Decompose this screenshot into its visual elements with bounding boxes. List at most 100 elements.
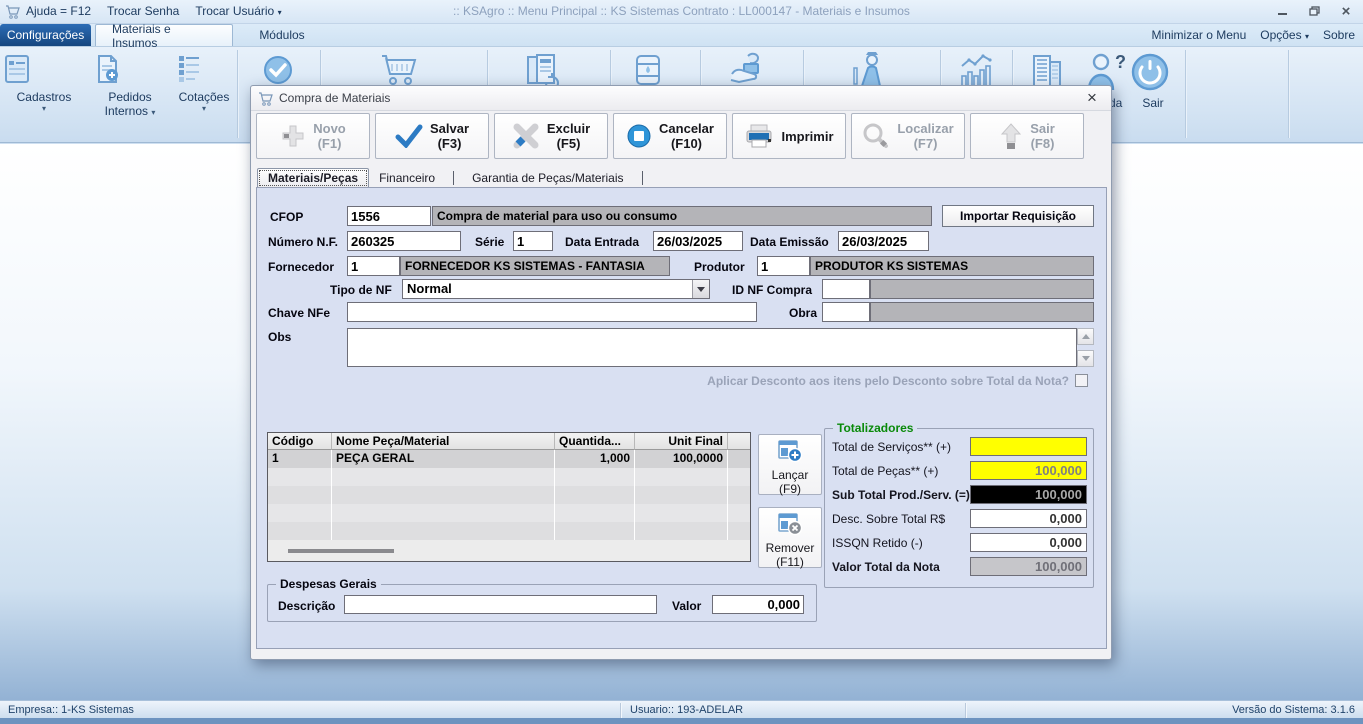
serie-input[interactable] bbox=[513, 231, 553, 251]
issqn-value[interactable]: 0,000 bbox=[970, 533, 1087, 552]
power-icon bbox=[1130, 52, 1176, 92]
x-diamond-icon bbox=[512, 123, 540, 149]
chart-icon bbox=[954, 52, 1002, 88]
app-cart-icon bbox=[5, 4, 21, 20]
aplicar-desconto-checkbox[interactable] bbox=[1075, 374, 1088, 387]
scroll-down-button[interactable] bbox=[1077, 350, 1094, 367]
tab-financeiro[interactable]: Financeiro bbox=[369, 169, 445, 188]
form-icon bbox=[0, 52, 88, 86]
ribbon-separator bbox=[1288, 50, 1289, 138]
status-usuario: Usuario:: 193-ADELAR bbox=[630, 704, 743, 716]
total-pecas-label: Total de Peças** (+) bbox=[832, 464, 938, 478]
materiais-pecas-page: CFOP Compra de material para uso ou cons… bbox=[256, 187, 1107, 649]
desconto-value[interactable]: 0,000 bbox=[970, 509, 1087, 528]
valor-input[interactable] bbox=[712, 595, 804, 614]
desconto-label: Desc. Sobre Total R$ bbox=[832, 512, 945, 526]
chave-nfe-input[interactable] bbox=[347, 302, 757, 322]
barrel-icon bbox=[630, 52, 672, 88]
dialog-titlebar[interactable]: Compra de Materiais × bbox=[251, 86, 1111, 111]
imprimir-button[interactable]: Imprimir bbox=[732, 113, 846, 159]
minimizar-menu-link[interactable]: Minimizar o Menu bbox=[1152, 28, 1247, 42]
importar-requisicao-button[interactable]: Importar Requisição bbox=[942, 205, 1094, 227]
id-nf-input[interactable] bbox=[822, 279, 870, 299]
valor-total-value: 100,000 bbox=[970, 557, 1087, 576]
document-plus-icon bbox=[90, 52, 170, 86]
status-empresa: Empresa:: 1-KS Sistemas bbox=[8, 704, 134, 716]
data-entrada-input[interactable] bbox=[653, 231, 743, 251]
close-button[interactable]: × bbox=[1335, 3, 1357, 19]
restore-button[interactable] bbox=[1303, 3, 1325, 19]
produtor-code-input[interactable] bbox=[757, 256, 810, 276]
ribbon-item-sair[interactable]: Sair bbox=[1130, 52, 1176, 110]
minimize-button[interactable] bbox=[1271, 3, 1293, 19]
tab-separator bbox=[642, 171, 643, 185]
ribbon-item-pedidos-internos[interactable]: Pedidos Internos ▾ bbox=[90, 52, 170, 118]
menu-trocar-usuario[interactable]: Trocar Usuário ▾ bbox=[195, 4, 281, 18]
report-refresh-icon bbox=[522, 52, 568, 88]
tab-modulos[interactable]: Módulos bbox=[237, 24, 327, 46]
chevron-down-icon: ▾ bbox=[1305, 32, 1309, 41]
obra-input[interactable] bbox=[822, 302, 870, 322]
table-header-row: Código Nome Peça/Material Quantida... Un… bbox=[268, 433, 750, 450]
total-servicos-label: Total de Serviços** (+) bbox=[832, 440, 951, 454]
tab-materiais-insumos[interactable]: Materiais e Insumos bbox=[95, 24, 233, 46]
cancelar-button[interactable]: Cancelar(F10) bbox=[613, 113, 727, 159]
cfop-description: Compra de material para uso ou consumo bbox=[432, 206, 932, 226]
excluir-button[interactable]: Excluir(F5) bbox=[494, 113, 608, 159]
chevron-down-icon bbox=[697, 287, 705, 292]
arrow-up-icon bbox=[999, 122, 1023, 150]
col-nome: Nome Peça/Material bbox=[332, 433, 555, 450]
table-row[interactable]: 1 PEÇA GERAL 1,000 100,0000 bbox=[268, 450, 750, 468]
fornecedor-code-input[interactable] bbox=[347, 256, 400, 276]
sair-dialog-button[interactable]: Sair(F8) bbox=[970, 113, 1084, 159]
dialog-close-icon[interactable]: × bbox=[1081, 87, 1103, 109]
col-unit-final: Unit Final bbox=[635, 433, 728, 450]
chevron-down-icon: ▾ bbox=[172, 104, 236, 114]
opcoes-menu[interactable]: Opções ▾ bbox=[1260, 28, 1309, 42]
chevron-down-icon: ▾ bbox=[278, 8, 282, 17]
col-codigo: Código bbox=[268, 433, 332, 450]
cfop-input[interactable] bbox=[347, 206, 431, 226]
menu-ajuda[interactable]: Ajuda = F12 bbox=[26, 4, 91, 18]
tab-configuracoes[interactable]: Configurações bbox=[0, 24, 91, 46]
descricao-input[interactable] bbox=[344, 595, 657, 614]
chave-nfe-label: Chave NFe bbox=[268, 306, 330, 320]
subtotal-label: Sub Total Prod./Serv. (=) bbox=[832, 488, 970, 502]
ribbon-tabbar: Configurações Materiais e Insumos Módulo… bbox=[0, 24, 1363, 46]
novo-button[interactable]: Novo(F1) bbox=[256, 113, 370, 159]
salvar-button[interactable]: Salvar(F3) bbox=[375, 113, 489, 159]
remover-button[interactable]: Remover(F11) bbox=[758, 507, 822, 568]
printer-icon bbox=[744, 123, 774, 149]
combo-arrow-button[interactable] bbox=[692, 280, 709, 298]
status-separator bbox=[620, 703, 621, 719]
dialog-tabs: Materiais/Peças Financeiro Garantia de P… bbox=[257, 168, 651, 188]
data-emissao-input[interactable] bbox=[838, 231, 929, 251]
localizar-button[interactable]: Localizar(F7) bbox=[851, 113, 965, 159]
lancar-button[interactable]: Lançar(F9) bbox=[758, 434, 822, 495]
horizontal-scrollbar[interactable] bbox=[288, 549, 394, 553]
status-versao: Versão do Sistema: 3.1.6 bbox=[1232, 704, 1355, 716]
subtotal-value: 100,000 bbox=[970, 485, 1087, 504]
tab-materiais-pecas[interactable]: Materiais/Peças bbox=[257, 168, 369, 188]
ribbon-item-cadastros[interactable]: Cadastros ▾ bbox=[0, 52, 88, 114]
sobre-link[interactable]: Sobre bbox=[1323, 28, 1355, 42]
total-pecas-value[interactable]: 100,000 bbox=[970, 461, 1087, 480]
stop-icon bbox=[626, 123, 652, 149]
issqn-label: ISSQN Retido (-) bbox=[832, 536, 923, 550]
numero-nf-input[interactable] bbox=[347, 231, 461, 251]
produtor-label: Produtor bbox=[694, 260, 745, 274]
obs-textarea[interactable] bbox=[347, 328, 1077, 367]
statusbar-bottom-strip bbox=[0, 718, 1363, 724]
tipo-nf-select[interactable]: Normal bbox=[402, 279, 710, 299]
badge-check-icon bbox=[260, 52, 304, 88]
total-servicos-value[interactable] bbox=[970, 437, 1087, 456]
scroll-up-button[interactable] bbox=[1077, 328, 1094, 345]
aplicar-desconto-label: Aplicar Desconto aos itens pelo Desconto… bbox=[557, 374, 1069, 388]
menu-trocar-senha[interactable]: Trocar Senha bbox=[107, 4, 179, 18]
hand-box-icon bbox=[726, 52, 774, 88]
items-table[interactable]: Código Nome Peça/Material Quantida... Un… bbox=[267, 432, 751, 562]
ribbon-item-cotacoes[interactable]: Cotações ▾ bbox=[172, 52, 236, 114]
id-nf-label: ID NF Compra bbox=[732, 283, 812, 297]
ribbon-separator bbox=[237, 50, 238, 138]
tab-garantia[interactable]: Garantia de Peças/Materiais bbox=[462, 169, 633, 188]
